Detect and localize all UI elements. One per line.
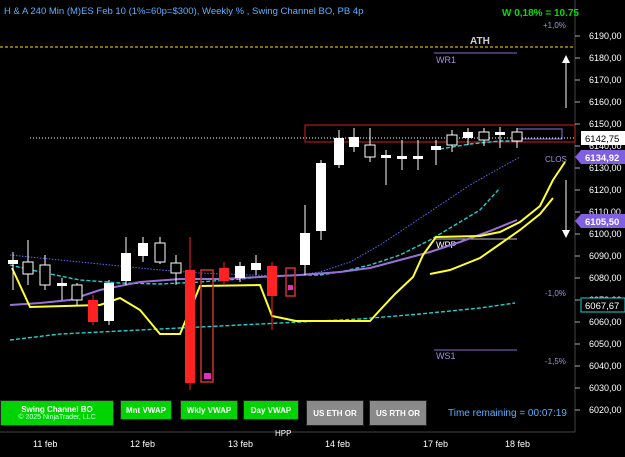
chart-title: H & A 240 Min (M)ES Feb 10 (1%=60p=$300)… (4, 6, 364, 17)
svg-text:6080,00: 6080,00 (589, 273, 622, 283)
us-rth-or-button[interactable]: US RTH OR (369, 400, 427, 426)
svg-text:6060,00: 6060,00 (589, 317, 622, 327)
svg-text:6090,00: 6090,00 (589, 251, 622, 261)
price-chart[interactable]: ATH WR1 +1,0% CLOS WPP -1,0% WS1 -1,5% H… (0, 0, 625, 457)
marker-middle-band: 6105,50 (575, 214, 625, 228)
swing-channel-label: Swing Channel BO (21, 405, 93, 414)
svg-text:6040,00: 6040,00 (589, 361, 622, 371)
svg-text:6142,75: 6142,75 (585, 134, 619, 145)
svg-text:6150,00: 6150,00 (589, 119, 622, 129)
pct-minus1-label: -1,0% (545, 289, 566, 298)
svg-text:6050,00: 6050,00 (589, 339, 622, 349)
svg-text:6120,00: 6120,00 (589, 185, 622, 195)
marker-lower-band: 6067,67 (580, 297, 625, 313)
wr1-label: WR1 (436, 55, 456, 65)
svg-text:6067,67: 6067,67 (585, 301, 619, 312)
copyright-label: © 2025 NinjaTrader, LLC (18, 414, 96, 421)
pnl-readout: W 0,18% = 10.75 (502, 8, 579, 19)
svg-text:6180,00: 6180,00 (589, 53, 622, 63)
svg-text:6030,00: 6030,00 (589, 383, 622, 393)
us-eth-or-button[interactable]: US ETH OR (306, 400, 364, 426)
swing-channel-button[interactable]: Swing Channel BO © 2025 NinjaTrader, LLC (0, 400, 114, 426)
svg-text:11 feb: 11 feb (33, 439, 57, 449)
svg-text:6134,92: 6134,92 (585, 153, 619, 164)
svg-text:6105,50: 6105,50 (585, 217, 619, 228)
hpp-label: HPP (275, 429, 291, 438)
time-remaining: Time remaining = 00:07:19 (448, 408, 567, 419)
svg-text:6160,00: 6160,00 (589, 97, 622, 107)
svg-text:18 feb: 18 feb (505, 439, 530, 449)
time-axis: 11 feb 12 feb 13 feb 14 feb 17 feb 18 fe… (33, 439, 530, 449)
svg-text:17 feb: 17 feb (423, 439, 448, 449)
svg-text:12 feb: 12 feb (130, 439, 155, 449)
marker-last-price: 6142,75 (581, 131, 625, 145)
ws1-label: WS1 (436, 351, 456, 361)
svg-text:6020,00: 6020,00 (589, 405, 622, 415)
svg-text:14 feb: 14 feb (325, 439, 350, 449)
svg-text:6190,00: 6190,00 (589, 31, 622, 41)
pct-minus15-label: -1,5% (545, 357, 566, 366)
pct-plus1-label: +1,0% (543, 21, 566, 30)
svg-text:6100,00: 6100,00 (589, 229, 622, 239)
ath-label: ATH (470, 36, 490, 47)
day-vwap-button[interactable]: Day VWAP (243, 400, 299, 420)
wkly-vwap-button[interactable]: Wkly VWAP (180, 400, 238, 420)
svg-text:6130,00: 6130,00 (589, 163, 622, 173)
mnt-vwap-button[interactable]: Mnt VWAP (120, 400, 172, 420)
svg-text:13 feb: 13 feb (228, 439, 253, 449)
marker-upper-band: 6134,92 (575, 150, 625, 164)
svg-text:6170,00: 6170,00 (589, 75, 622, 85)
